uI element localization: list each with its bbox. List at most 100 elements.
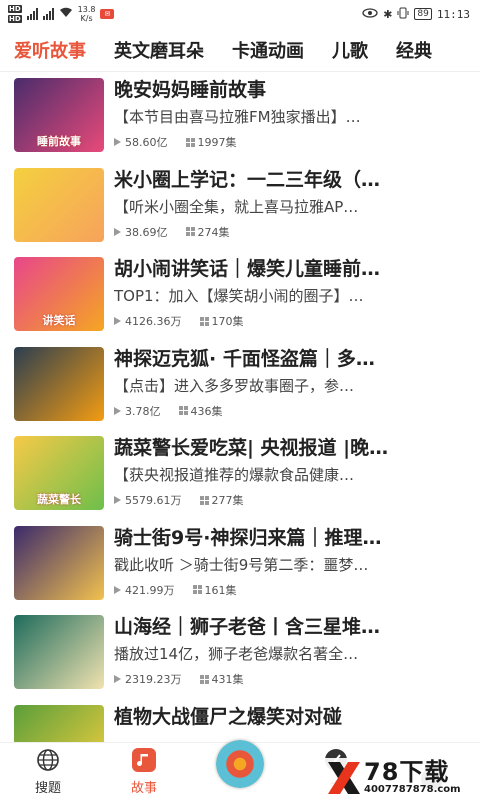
album-list: 睡前故事 晚安妈妈睡前故事 【本节目由喜马拉雅FM独家播出】… 58.60亿 1… <box>0 72 480 746</box>
nav-label: 搜题 <box>34 781 61 796</box>
episodes-icon <box>185 227 195 236</box>
cover-label: 讲笑话 <box>42 314 76 327</box>
eye-icon <box>362 7 378 21</box>
album-title[interactable]: 骑士街9号·神探归来篇｜推理… <box>114 526 466 550</box>
nav-label: 故事 <box>130 781 157 796</box>
player-disc-icon <box>216 740 264 788</box>
album-title[interactable]: 山海经｜狮子老爸丨含三星堆… <box>114 615 466 639</box>
list-item[interactable]: 神探迈克狐· 千面怪盗篇｜多… 【点击】进入多多罗故事圈子，参… 3.78亿 4… <box>0 341 480 431</box>
signal-icon <box>26 8 38 20</box>
play-count: 421.99万 <box>125 583 175 597</box>
episodes-icon <box>192 585 202 594</box>
album-description: TOP1：加入【爆笑胡小闹的圈子】… <box>114 287 364 305</box>
nav-player[interactable] <box>192 740 288 800</box>
list-item[interactable]: 米小圈上学记：一二三年级（… 【听米小圈全集，就上喜马拉雅AP… 38.69亿 … <box>0 162 480 252</box>
tab-classic[interactable]: 经典 <box>396 37 432 63</box>
globe-icon <box>35 747 61 773</box>
episode-count: 274集 <box>197 225 230 239</box>
nav-story[interactable]: 故事 <box>96 747 192 800</box>
play-count: 2319.23万 <box>125 673 182 686</box>
album-description: 戳此收听 ＞骑士街9号第二季：噩梦… <box>114 555 369 574</box>
episodes-icon <box>199 495 209 505</box>
album-cover[interactable]: 讲笑话 <box>14 257 104 331</box>
nav-search-homework[interactable]: 搜题 <box>0 747 96 800</box>
net-speed: 13.8 K/s <box>77 5 96 23</box>
play-count: 58.60亿 <box>125 136 168 149</box>
episode-count: 170集 <box>211 315 244 328</box>
album-description: 播放过14亿，狮子老爸爆款名著全… <box>114 645 359 663</box>
tab-nursery-rhymes[interactable]: 儿歌 <box>332 37 368 63</box>
album-cover[interactable] <box>14 615 104 689</box>
album-meta: 4126.36万 170集 <box>114 313 466 329</box>
hd-icon: HD HD <box>8 5 22 23</box>
episode-count: 1997集 <box>197 136 237 149</box>
play-count-icon <box>114 227 121 236</box>
play-count-icon <box>114 406 121 415</box>
site-watermark: 78下载 4007787878.com <box>324 758 476 798</box>
episodes-icon <box>199 316 209 326</box>
battery-icon: 89 <box>414 8 432 20</box>
play-count: 38.69亿 <box>125 225 168 239</box>
list-item[interactable]: 睡前故事 晚安妈妈睡前故事 【本节目由喜马拉雅FM独家播出】… 58.60亿 1… <box>0 72 480 162</box>
category-tabs: 爱听故事 英文磨耳朵 卡通动画 儿歌 经典 <box>0 28 480 72</box>
cover-label: 蔬菜警长 <box>37 493 81 506</box>
album-description: 【获央视报道推荐的爆款食品健康… <box>114 466 355 484</box>
album-cover[interactable] <box>14 346 104 421</box>
tab-cartoon[interactable]: 卡通动画 <box>232 37 304 63</box>
watermark-title: 78下载 <box>364 758 450 786</box>
list-item[interactable]: 蔬菜警长 蔬菜警长爱吃菜| 央视报道 |晚… 【获央视报道推荐的爆款食品健康… … <box>0 430 480 520</box>
list-item[interactable]: 植物大战僵尸之爆笑对对碰 <box>0 699 480 746</box>
clock: 11:13 <box>436 7 470 21</box>
wifi-icon <box>59 7 73 21</box>
cover-label: 睡前故事 <box>37 135 81 148</box>
album-cover[interactable] <box>14 704 104 746</box>
signal-icon-2 <box>42 8 54 20</box>
list-item[interactable]: 骑士街9号·神探归来篇｜推理… 戳此收听 ＞骑士街9号第二季：噩梦… 421.9… <box>0 520 480 610</box>
album-title[interactable]: 蔬菜警长爱吃菜| 央视报道 |晚… <box>114 436 466 460</box>
album-cover[interactable] <box>14 525 104 600</box>
play-count: 4126.36万 <box>125 315 182 328</box>
episodes-icon <box>199 674 209 684</box>
album-title[interactable]: 神探迈克狐· 千面怪盗篇｜多… <box>114 347 466 371</box>
app-notification-icon: ✉ <box>100 9 115 19</box>
play-count-icon <box>114 138 121 146</box>
play-count-icon <box>114 317 121 325</box>
watermark-url: 4007787878.com <box>364 784 461 795</box>
album-cover[interactable] <box>14 167 104 242</box>
album-meta: 5579.61万 277集 <box>114 492 466 508</box>
album-meta: 2319.23万 431集 <box>114 671 466 687</box>
album-description: 【本节目由喜马拉雅FM独家播出】… <box>114 108 361 126</box>
music-note-icon <box>131 747 157 773</box>
play-count: 5579.61万 <box>125 494 182 507</box>
episode-count: 436集 <box>190 404 223 418</box>
play-count-icon <box>114 585 121 594</box>
album-meta: 421.99万 161集 <box>114 582 466 598</box>
list-item[interactable]: 讲笑话 胡小闹讲笑话｜爆笑儿童睡前… TOP1：加入【爆笑胡小闹的圈子】… 41… <box>0 251 480 341</box>
bluetooth-icon: ✱ <box>383 7 393 21</box>
status-bar: HD HD 13.8 K/s ✉ ✱ 89 11:13 <box>0 0 480 28</box>
album-title[interactable]: 晚安妈妈睡前故事 <box>114 78 466 102</box>
album-title[interactable]: 胡小闹讲笑话｜爆笑儿童睡前… <box>114 257 466 281</box>
album-meta: 58.60亿 1997集 <box>114 134 466 150</box>
album-cover[interactable]: 睡前故事 <box>14 78 104 152</box>
tab-story[interactable]: 爱听故事 <box>14 37 86 63</box>
play-count-icon <box>114 496 121 504</box>
play-count-icon <box>114 675 121 683</box>
album-title[interactable]: 米小圈上学记：一二三年级（… <box>114 168 466 192</box>
list-item[interactable]: 山海经｜狮子老爸丨含三星堆… 播放过14亿，狮子老爸爆款名著全… 2319.23… <box>0 609 480 699</box>
album-title[interactable]: 植物大战僵尸之爆笑对对碰 <box>114 705 466 729</box>
album-meta: 38.69亿 274集 <box>114 224 466 240</box>
episode-count: 161集 <box>204 583 237 597</box>
album-description: 【点击】进入多多罗故事圈子，参… <box>114 376 355 395</box>
episode-count: 431集 <box>211 673 244 686</box>
episode-count: 277集 <box>211 494 244 507</box>
album-cover[interactable]: 蔬菜警长 <box>14 436 104 510</box>
album-meta: 3.78亿 436集 <box>114 403 466 419</box>
x-logo-icon <box>324 758 364 798</box>
album-description: 【听米小圈全集，就上喜马拉雅AP… <box>114 197 359 216</box>
episodes-icon <box>178 406 188 415</box>
vibrate-icon <box>397 7 409 22</box>
episodes-icon <box>185 137 195 147</box>
play-count: 3.78亿 <box>125 404 161 418</box>
tab-english[interactable]: 英文磨耳朵 <box>114 37 204 63</box>
